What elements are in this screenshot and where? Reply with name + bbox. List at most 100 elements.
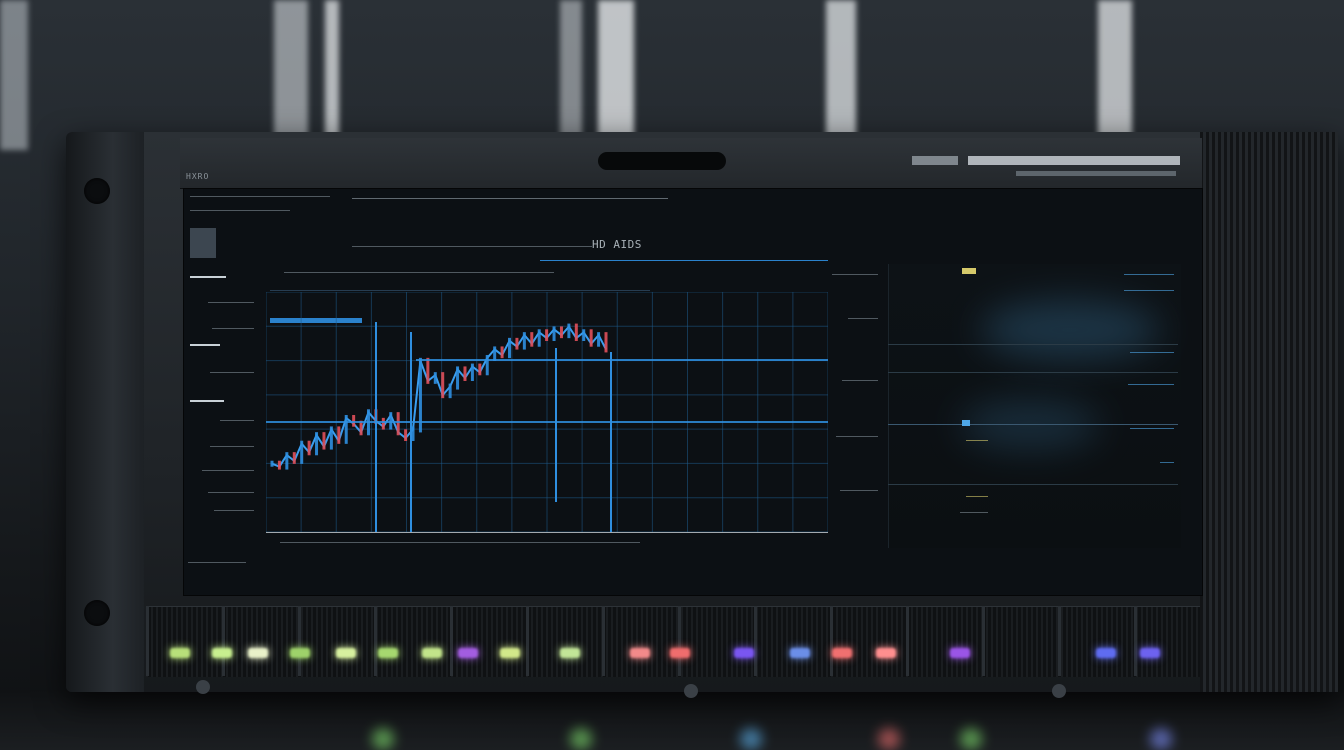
sidebar-text [210,372,254,373]
drive-status-led [378,648,398,658]
drive-status-led [500,648,520,658]
chart-candle [315,432,319,456]
chart-candle [307,440,311,456]
background-light-pillar [560,0,582,150]
panel-value [1130,428,1174,429]
background-light-pillar [325,0,339,150]
chart-candle [329,426,333,450]
drive-status-led [560,648,580,658]
chart-candle [559,326,563,339]
panel-marker [962,420,970,426]
drive-bay-separator [830,606,833,676]
drive-bay-separator [906,606,909,676]
panel-row-divider [888,424,1178,425]
drive-status-led [248,648,268,658]
drive-bay-separator [1058,606,1061,676]
header-text-row [352,246,592,247]
panel-value [1124,274,1174,275]
sidebar-marker [190,344,220,346]
value-column-text [832,274,878,275]
sidebar-text [202,470,254,471]
rack-mount-hole [84,600,110,626]
chart-candle [292,452,296,464]
drive-bay-separator [982,606,985,676]
floor-reflection [960,728,982,750]
chart-candle [396,412,400,436]
drive-status-led [734,648,754,658]
drive-status-led [422,648,442,658]
drive-bay-separator [450,606,453,676]
chart-candle [404,429,408,441]
chart-candle [478,363,482,376]
panel-row-divider [888,344,1178,345]
panel-row-divider [888,484,1178,485]
background-light-pillar [274,0,308,150]
sidebar-text [190,210,290,211]
price-chart [266,292,828,532]
chart-candle [300,440,304,464]
drive-bay-separator [298,606,301,676]
chart-candle [270,460,274,467]
background-light-pillar [0,0,28,150]
chart-grid [266,292,828,532]
chart-candle [537,329,541,347]
drive-bays [146,606,1200,677]
status-strip [912,156,958,165]
chart-candle [582,329,586,341]
sidebar-text [210,446,254,447]
drive-status-led [832,648,852,658]
floor-reflection [570,728,592,750]
status-strip [968,156,1180,165]
rack-ear-right-vents [1200,132,1338,692]
drive-bay-separator [754,606,757,676]
chart-candle [500,346,504,359]
drive-handle [1052,684,1066,698]
drive-status-led [458,648,478,658]
footer-text [188,562,246,563]
drive-bay-separator [678,606,681,676]
chart-candle [456,366,460,390]
drive-bay-separator [222,606,225,676]
header-text-row [284,272,554,273]
value-column-text [840,490,878,491]
front-slot [598,152,726,170]
floor [0,690,1344,750]
device-brand-label: HXRO [186,172,210,181]
header-title: HD AIDS [592,238,642,251]
sidebar-marker [190,276,226,278]
chart-candle [285,452,289,470]
sidebar-text [208,302,254,303]
drive-status-led [212,648,232,658]
drive-status-led [170,648,190,658]
chart-candle [337,426,341,444]
sidebar-text [208,492,254,493]
chart-candle [470,363,474,381]
panel-row-divider [888,372,1178,373]
drive-handle [196,680,210,694]
rack-mount-hole [84,178,110,204]
drive-status-led [950,648,970,658]
value-column-text [848,318,878,319]
header-text-row [352,198,668,199]
chart-candle [597,332,601,347]
chart-candle [515,337,519,350]
chart-candle [508,337,512,359]
panel-value [966,440,988,441]
drive-bay-separator [146,606,149,676]
background-light-pillar [1098,0,1132,150]
chart-candle [552,326,556,341]
value-column-text [842,380,878,381]
value-column-text [836,436,878,437]
chart-candle [545,329,549,341]
screen-glare [960,400,1100,450]
sidebar-text [214,510,254,511]
screen-glare [980,300,1160,360]
drive-status-led [630,648,650,658]
drive-bay-separator [1134,606,1137,676]
chart-candle [352,415,356,427]
chart-x-labels [280,542,640,543]
panel-highlight [962,268,976,274]
chart-candle [604,332,608,353]
drive-status-led [1140,648,1160,658]
drive-handle [684,684,698,698]
